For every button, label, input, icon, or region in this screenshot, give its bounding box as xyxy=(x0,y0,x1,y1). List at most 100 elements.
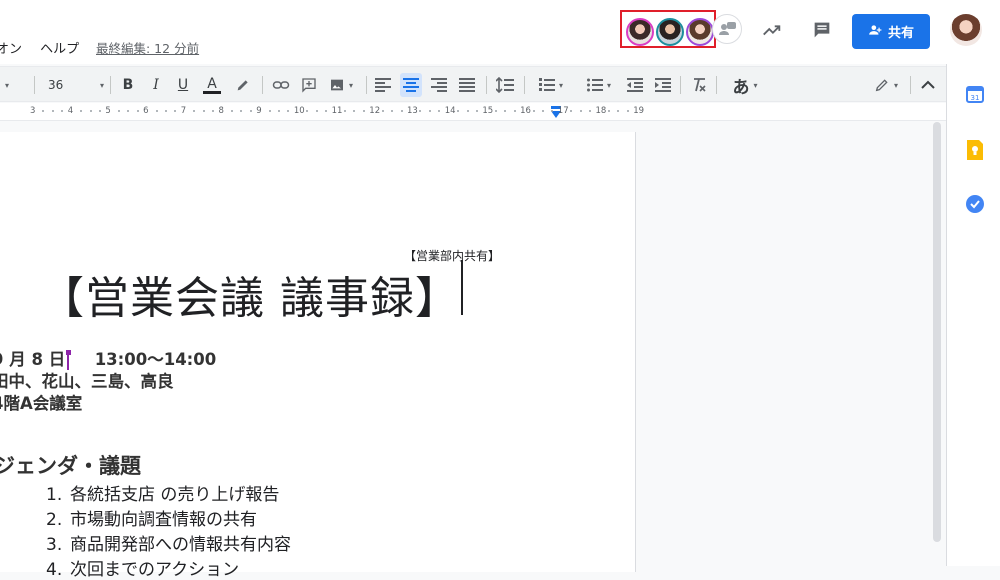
link-icon[interactable] xyxy=(270,73,292,97)
ruler-tick xyxy=(174,110,177,112)
ruler-tick-label: 4 xyxy=(67,106,74,116)
meta-attendees: 田中、花山、三島、高良 xyxy=(0,372,174,391)
ruler-tick xyxy=(117,110,120,112)
last-edit-link[interactable]: 最終編集: 12 分前 xyxy=(96,38,199,57)
ruler-tick xyxy=(626,110,629,112)
align-center-icon[interactable] xyxy=(400,73,422,97)
ruler-tick xyxy=(513,110,516,112)
top-bar: オン ヘルプ 最終編集: 12 分前 共有 xyxy=(0,0,1000,64)
text-color-icon[interactable]: A xyxy=(201,73,223,97)
ruler-tick xyxy=(400,110,403,112)
share-button[interactable]: 共有 xyxy=(852,14,930,49)
formatting-toolbar: ▾ 36 ▾ B I U A ▾ ▾ ▾ あ ▾ ▾ xyxy=(0,66,946,102)
ruler-tick-label: 8 xyxy=(218,106,224,116)
person-add-icon xyxy=(868,23,882,41)
ruler-tick xyxy=(541,110,544,112)
ruler-tick xyxy=(315,110,318,112)
editing-mode-icon[interactable]: ▾ xyxy=(868,73,904,97)
collapse-menu-icon[interactable] xyxy=(918,73,938,97)
decrease-indent-icon[interactable] xyxy=(624,73,646,97)
ruler-tick xyxy=(617,110,620,112)
add-comment-icon[interactable] xyxy=(298,73,320,97)
insert-image-icon[interactable]: ▾ xyxy=(326,73,356,97)
horizontal-ruler[interactable]: 3 4 5 6 7 8 9 10 11 12 13 14 15 16 17 18 19 xyxy=(0,103,946,121)
text-cursor xyxy=(461,260,463,315)
agenda-heading: ジェンダ・議題 xyxy=(0,454,141,478)
ruler-tick xyxy=(42,110,45,112)
ruler-tick xyxy=(419,110,422,112)
list-item: 1. 各統括支店 の売り上げ報告 xyxy=(46,485,280,505)
trending-icon[interactable] xyxy=(760,18,784,42)
ruler-tick-label: 13 xyxy=(407,106,418,116)
ruler-tick-label: 10 xyxy=(293,106,305,116)
ruler-tick xyxy=(268,110,271,112)
align-justify-icon[interactable] xyxy=(456,73,478,97)
chevron-down-icon: ▾ xyxy=(753,80,758,90)
ruler-tick-label: 15 xyxy=(482,106,494,116)
ruler-tick xyxy=(344,110,347,112)
ruler-tick-label: 14 xyxy=(444,106,456,116)
svg-text:31: 31 xyxy=(971,94,980,102)
increase-indent-icon[interactable] xyxy=(652,73,674,97)
tasks-icon[interactable] xyxy=(965,194,985,214)
align-left-icon[interactable] xyxy=(372,73,394,97)
menu-item-help[interactable]: ヘルプ xyxy=(40,42,79,57)
keep-icon[interactable] xyxy=(965,140,985,160)
chat-bubble-icon[interactable] xyxy=(712,14,742,44)
font-size-value: 36 xyxy=(48,78,64,92)
ruler-tick-label: 9 xyxy=(256,106,262,116)
ruler-tick xyxy=(504,110,507,112)
ruler-tick xyxy=(532,110,535,112)
ruler-tick xyxy=(325,110,328,112)
clear-formatting-icon[interactable] xyxy=(688,73,710,97)
line-spacing-icon[interactable] xyxy=(494,73,516,97)
meta-location: 4階A会議室 xyxy=(0,394,83,413)
list-item: 2. 市場動向調査情報の共有 xyxy=(46,510,257,530)
toolbar-overflow-caret[interactable]: ▾ xyxy=(0,73,10,97)
document-page[interactable]: 【営業部内共有】 【営業会議 議事録】 9 月 8 日 13:00〜14:00 … xyxy=(0,132,636,580)
ruler-tick xyxy=(475,110,478,112)
meta-date-value: 9 月 8 日 xyxy=(0,350,66,369)
account-avatar[interactable] xyxy=(950,14,982,46)
ruler-tick xyxy=(212,110,215,112)
input-tools-select[interactable]: あ ▾ xyxy=(726,73,764,98)
meta-time-value: 13:00〜14:00 xyxy=(94,350,217,369)
calendar-icon[interactable]: 31 xyxy=(965,84,985,104)
collaborator-avatar[interactable] xyxy=(656,18,684,46)
ruler-tick xyxy=(494,110,497,112)
ruler-tick xyxy=(202,110,205,112)
collaborator-avatar[interactable] xyxy=(626,18,654,46)
bold-icon[interactable]: B xyxy=(118,73,138,97)
side-panel: 31 xyxy=(946,64,1000,566)
ruler-tick xyxy=(98,110,101,112)
ruler-tick xyxy=(155,110,158,112)
document-title: 【営業会議 議事録】 xyxy=(40,273,460,324)
ruler-tick-label: 16 xyxy=(520,106,531,116)
ruler-tick xyxy=(579,110,582,112)
ruler-tick xyxy=(278,110,281,112)
ruler-tick xyxy=(249,110,252,112)
underline-icon[interactable]: U xyxy=(173,73,193,97)
align-right-icon[interactable] xyxy=(428,73,450,97)
ruler-tick xyxy=(136,110,139,112)
ruler-tick xyxy=(230,110,233,112)
menu-item-addons[interactable]: オン xyxy=(0,42,22,57)
ruler-tick-label: 3 xyxy=(30,106,36,116)
ruler-tick xyxy=(164,110,167,112)
highlight-pen-icon[interactable] xyxy=(232,73,254,97)
ruler-tick xyxy=(381,110,384,112)
ruler-tick xyxy=(61,110,64,112)
comment-icon[interactable] xyxy=(810,18,834,42)
vertical-scrollbar[interactable] xyxy=(933,122,941,542)
input-tool-value: あ xyxy=(732,77,750,98)
font-size-select[interactable]: 36 ▾ xyxy=(48,73,104,97)
ruler-tick-label: 17 xyxy=(557,106,569,116)
chevron-down-icon: ▾ xyxy=(99,80,104,90)
collaborator-avatar[interactable] xyxy=(686,18,714,46)
ruler-tick xyxy=(240,110,243,112)
ruler-tick xyxy=(80,110,83,112)
numbered-list-icon[interactable]: ▾ xyxy=(532,73,570,97)
meta-date: 9 月 8 日 13:00〜14:00 xyxy=(0,346,216,370)
italic-icon[interactable]: I xyxy=(146,73,166,97)
bulleted-list-icon[interactable]: ▾ xyxy=(580,73,618,97)
